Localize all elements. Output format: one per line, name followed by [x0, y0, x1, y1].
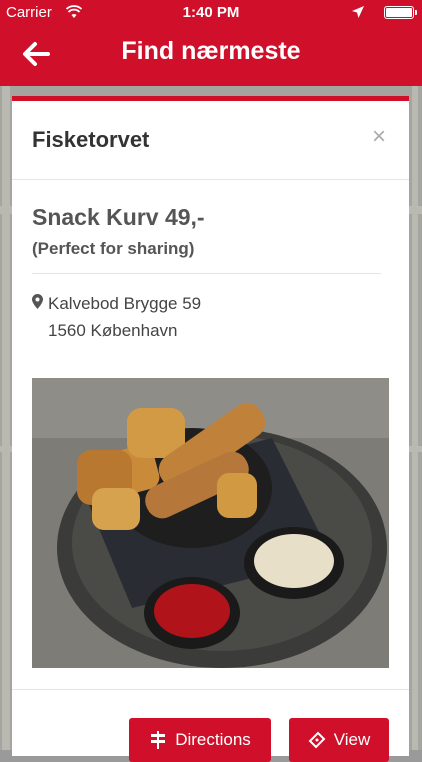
address-line-2: 1560 København — [48, 321, 178, 340]
offer-subtitle: (Perfect for sharing) — [32, 239, 195, 258]
view-button[interactable]: View — [289, 718, 389, 762]
offer-photo — [32, 378, 389, 668]
close-icon[interactable]: × — [369, 125, 389, 149]
view-label: View — [333, 730, 371, 749]
modal-title: Fisketorvet — [32, 127, 150, 152]
battery-icon — [384, 6, 417, 19]
map-pin-icon — [32, 294, 43, 309]
status-bar: Carrier 1:40 PM — [0, 0, 422, 26]
directions-button[interactable]: Directions — [129, 718, 271, 762]
modal-body: Snack Kurv 49,- (Perfect for sharing) Ka… — [12, 204, 409, 668]
map-road — [2, 86, 10, 750]
location-modal: Fisketorvet × Snack Kurv 49,- (Perfect f… — [12, 96, 409, 762]
food-illustration — [32, 378, 389, 668]
directions-signpost-icon — [151, 731, 166, 749]
app-header: Carrier 1:40 PM Find nærmeste — [0, 0, 422, 86]
modal-header: Fisketorvet × — [12, 101, 409, 180]
offer-title: Snack Kurv 49,- — [32, 204, 205, 230]
address-line-1: Kalvebod Brygge 59 — [48, 294, 202, 313]
modal-footer: Directions View — [12, 689, 409, 762]
address: Kalvebod Brygge 59 1560 København — [32, 290, 389, 344]
directions-label: Directions — [175, 730, 251, 749]
ticket-icon — [308, 731, 326, 749]
location-arrow-icon — [352, 6, 364, 18]
map-road — [412, 86, 418, 750]
divider — [32, 273, 381, 274]
page-title: Find nærmeste — [121, 37, 301, 65]
